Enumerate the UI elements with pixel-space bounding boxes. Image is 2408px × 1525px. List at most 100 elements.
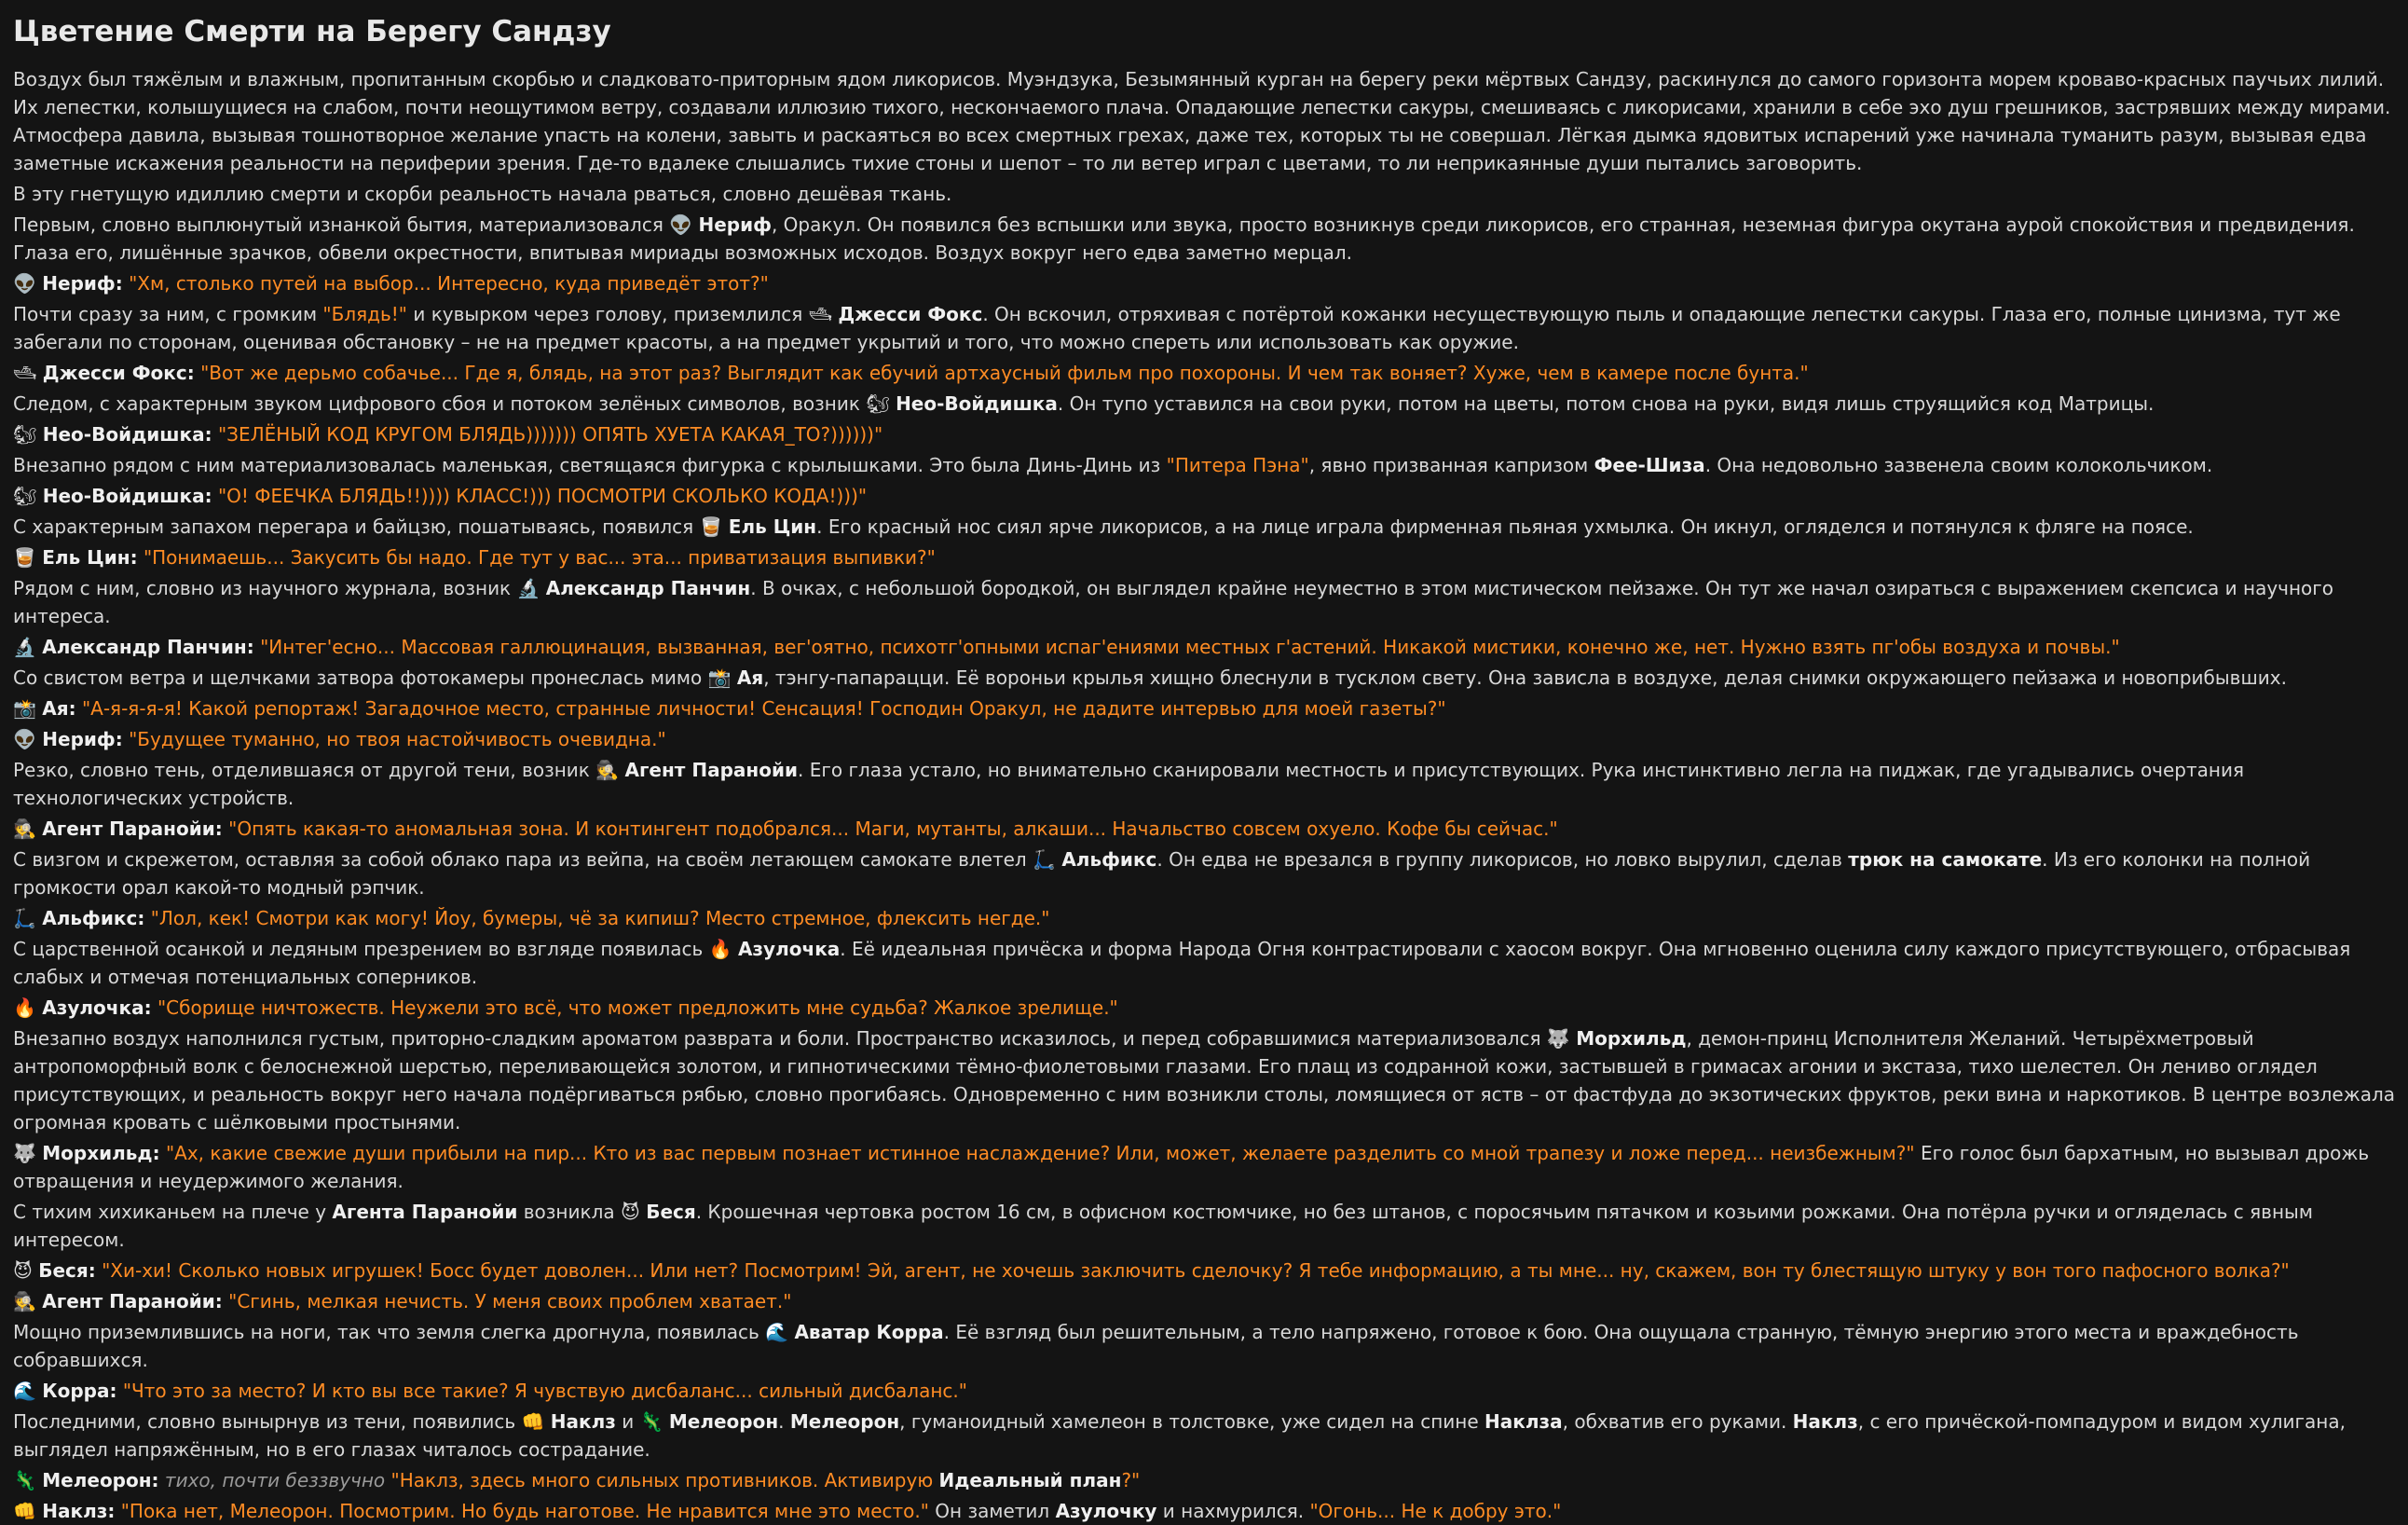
narration-text: 🛴 bbox=[1033, 848, 1062, 871]
dialogue-quote: "О! ФЕЕЧКА БЛЯДЬ!!)))) КЛАСС!))) ПОСМОТР… bbox=[217, 485, 868, 507]
narration-text: . Он едва не врезался в группу ликорисов… bbox=[1156, 848, 1849, 871]
narration-text: , обхватив его руками. bbox=[1562, 1410, 1793, 1433]
character-name: Джесси Фокс bbox=[838, 303, 983, 325]
character-name: Альфикс bbox=[1061, 848, 1157, 871]
dialogue-quote: "Будущее туманно, но твоя настойчивость … bbox=[129, 728, 666, 750]
story-paragraph: 🕵 Агент Паранойи: "Опять какая-то аномал… bbox=[13, 815, 2397, 843]
narration-text: 🥃 bbox=[13, 546, 43, 569]
dialogue-quote: "Опять какая-то аномальная зона. И конти… bbox=[228, 817, 1558, 840]
dialogue-quote: "Хи-хи! Сколько новых игрушек! Босс буде… bbox=[102, 1259, 2290, 1282]
narration-text: 🐺 bbox=[13, 1142, 43, 1164]
narration-text: Первым, словно выплюнутый изнанкой бытия… bbox=[13, 213, 670, 236]
narration-text: 🐿 bbox=[13, 485, 43, 507]
character-name: трюк на самокате bbox=[1848, 848, 2043, 871]
dialogue-quote: "Блядь!" bbox=[322, 303, 407, 325]
story-paragraph: С царственной осанкой и ледяным презрени… bbox=[13, 935, 2397, 991]
character-name: Фее-Шиза bbox=[1594, 454, 1705, 476]
story-paragraph: 🛥 Джесси Фокс: "Вот же дерьмо собачье...… bbox=[13, 359, 2397, 387]
narration-text: В эту гнетущую идиллию смерти и скорби р… bbox=[13, 183, 952, 205]
narration-text: . Его красный нос сиял ярче ликорисов, а… bbox=[816, 515, 2194, 538]
narration-text: 👽 bbox=[13, 728, 43, 750]
story-paragraph: 🛴 Альфикс: "Лол, кек! Смотри как могу! Й… bbox=[13, 904, 2397, 932]
story-paragraph: 🌊 Корра: "Что это за место? И кто вы все… bbox=[13, 1377, 2397, 1405]
story-paragraph: Первым, словно выплюнутый изнанкой бытия… bbox=[13, 211, 2397, 267]
narration-text: Последними, словно вынырнув из тени, поя… bbox=[13, 1410, 522, 1433]
narration-text: . Он тупо уставился на свои руки, потом … bbox=[1057, 392, 2155, 415]
narration-text: 🐿 bbox=[13, 423, 43, 446]
character-name: Азулочка: bbox=[42, 996, 152, 1019]
story-paragraph: Следом, с характерным звуком цифрового с… bbox=[13, 390, 2397, 418]
character-name: Ая: bbox=[42, 697, 76, 720]
story-paragraph: Почти сразу за ним, с громким "Блядь!" и… bbox=[13, 300, 2397, 356]
character-name: Нериф bbox=[698, 213, 772, 236]
narration-text: 🐿 bbox=[866, 392, 896, 415]
dialogue-quote: "Сборище ничтожеств. Неужели это всё, чт… bbox=[157, 996, 1118, 1019]
narration-text: 👽 bbox=[13, 272, 43, 295]
story-paragraph: В эту гнетущую идиллию смерти и скорби р… bbox=[13, 180, 2397, 208]
narration-text: . bbox=[778, 1410, 790, 1433]
narration-text: Со свистом ветра и щелчками затвора фото… bbox=[13, 666, 708, 689]
story-body: Воздух был тяжёлым и влажным, пропитанны… bbox=[13, 65, 2397, 1525]
story-paragraph: С характерным запахом перегара и байцзю,… bbox=[13, 513, 2397, 541]
stage-direction: тихо, почти беззвучно bbox=[164, 1469, 386, 1491]
narration-text: 😈 bbox=[13, 1259, 39, 1282]
narration-text: С царственной осанкой и ледяным презрени… bbox=[13, 938, 709, 960]
narration-text: 🦎 bbox=[13, 1469, 43, 1491]
character-name: Альфикс: bbox=[42, 907, 145, 929]
narration-text: 😈 bbox=[620, 1201, 647, 1223]
narration-text: 🦎 bbox=[639, 1410, 669, 1433]
narration-text: 🌊 bbox=[765, 1321, 795, 1343]
narration-text: и bbox=[615, 1410, 640, 1433]
character-name: Агент Паранойи: bbox=[42, 817, 223, 840]
character-name: Морхильд bbox=[1576, 1027, 1687, 1050]
character-name: Александр Панчин bbox=[545, 577, 751, 599]
character-name: Азулочку bbox=[1055, 1500, 1157, 1522]
dialogue-quote: "Сгинь, мелкая нечисть. У меня своих про… bbox=[228, 1290, 792, 1312]
narration-text: С тихим хихиканьем на плече у bbox=[13, 1201, 333, 1223]
narration-text: возникла bbox=[517, 1201, 621, 1223]
story-paragraph: Воздух был тяжёлым и влажным, пропитанны… bbox=[13, 65, 2397, 177]
dialogue-quote: "А-я-я-я-я! Какой репортаж! Загадочное м… bbox=[81, 697, 1446, 720]
story-paragraph: 🕵 Агент Паранойи: "Сгинь, мелкая нечисть… bbox=[13, 1287, 2397, 1315]
story-paragraph: С тихим хихиканьем на плече у Агента Пар… bbox=[13, 1198, 2397, 1254]
story-paragraph: 👽 Нериф: "Будущее туманно, но твоя насто… bbox=[13, 725, 2397, 753]
character-name: Наклза bbox=[1484, 1410, 1563, 1433]
story-paragraph: 🦎 Мелеорон: тихо, почти беззвучно "Наклз… bbox=[13, 1466, 2397, 1494]
character-name: Мелеорон: bbox=[42, 1469, 159, 1491]
character-name: Наклз: bbox=[42, 1500, 116, 1522]
character-name: Нериф: bbox=[42, 272, 123, 295]
story-paragraph: Рядом с ним, словно из научного журнала,… bbox=[13, 574, 2397, 630]
character-name: Ель Цин: bbox=[42, 546, 138, 569]
story-paragraph: 🥃 Ель Цин: "Понимаешь... Закусить бы над… bbox=[13, 543, 2397, 571]
story-paragraph: 🐿 Нео-Войдишка: "О! ФЕЕЧКА БЛЯДЬ!!)))) К… bbox=[13, 482, 2397, 510]
character-name: Ель Цин bbox=[728, 515, 817, 538]
narration-text: Почти сразу за ним, с громким bbox=[13, 303, 323, 325]
narration-text: 🌊 bbox=[13, 1380, 43, 1402]
narration-text: 🔥 bbox=[13, 996, 43, 1019]
story-paragraph: Внезапно воздух наполнился густым, прито… bbox=[13, 1024, 2397, 1136]
narration-text: 🔬 bbox=[516, 577, 546, 599]
dialogue-quote: "Вот же дерьмо собачье... Где я, блядь, … bbox=[200, 362, 1809, 384]
story-paragraph: С визгом и скрежетом, оставляя за собой … bbox=[13, 845, 2397, 901]
story-paragraph: Резко, словно тень, отделившаяся от друг… bbox=[13, 756, 2397, 812]
story-paragraph: 👽 Нериф: "Хм, столько путей на выбор... … bbox=[13, 269, 2397, 297]
dialogue-quote: "Ах, какие свежие души прибыли на пир...… bbox=[165, 1142, 1915, 1164]
dialogue-quote: "Хм, столько путей на выбор... Интересно… bbox=[129, 272, 769, 295]
narration-text: Воздух был тяжёлым и влажным, пропитанны… bbox=[13, 68, 2391, 174]
character-name: Нео-Войдишка bbox=[896, 392, 1058, 415]
character-name: Мелеорон bbox=[668, 1410, 779, 1433]
character-name: Идеальный план bbox=[938, 1469, 1122, 1491]
character-name: Наклз bbox=[1792, 1410, 1858, 1433]
dialogue-quote: "Понимаешь... Закусить бы надо. Где тут … bbox=[143, 546, 936, 569]
narration-text: 🥃 bbox=[699, 515, 729, 538]
character-name: Ая bbox=[736, 666, 764, 689]
dialogue-quote: "ЗЕЛЁНЫЙ КОД КРУГОМ БЛЯДЬ))))))) ОПЯТЬ Х… bbox=[217, 423, 883, 446]
story-paragraph: Со свистом ветра и щелчками затвора фото… bbox=[13, 664, 2397, 692]
story-paragraph: Последними, словно вынырнув из тени, поя… bbox=[13, 1408, 2397, 1463]
narration-text: Внезапно рядом с ним материализовалась м… bbox=[13, 454, 1167, 476]
narration-text: , гуманоидный хамелеон в толстовке, уже … bbox=[899, 1410, 1485, 1433]
character-name: Беся: bbox=[38, 1259, 96, 1282]
narration-text: Следом, с характерным звуком цифрового с… bbox=[13, 392, 867, 415]
narration-text: 👊 bbox=[13, 1500, 43, 1522]
narration-text: , явно призванная капризом bbox=[1308, 454, 1594, 476]
